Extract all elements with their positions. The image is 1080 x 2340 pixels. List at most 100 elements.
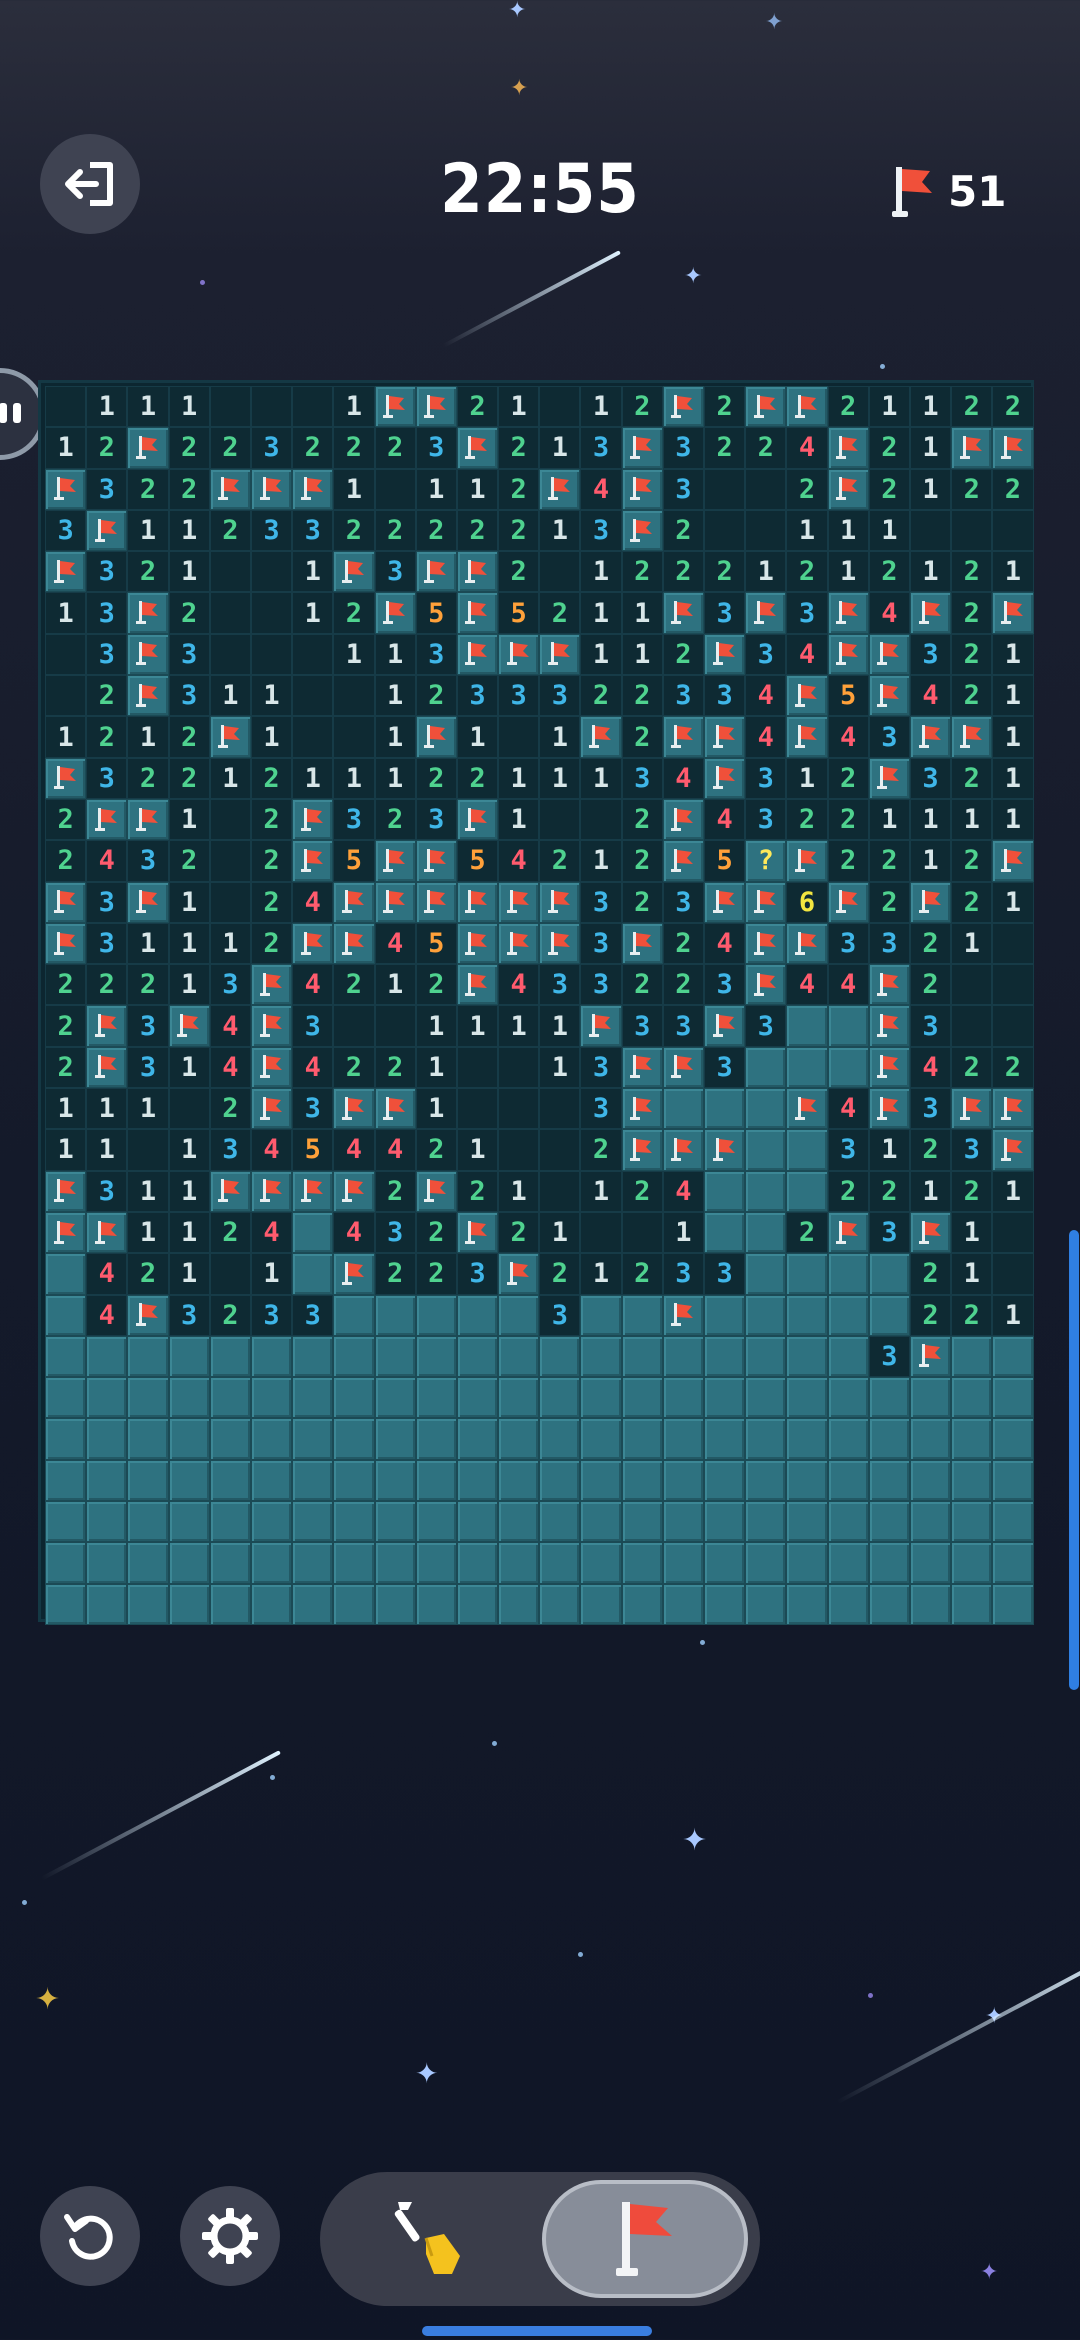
flagged-cell[interactable]: [868, 964, 910, 1006]
number-cell[interactable]: 1: [209, 675, 251, 717]
flagged-cell[interactable]: [498, 922, 540, 965]
flagged-cell[interactable]: [127, 427, 169, 469]
flagged-cell[interactable]: [786, 840, 828, 882]
covered-cell[interactable]: [909, 1377, 952, 1419]
number-cell[interactable]: 1: [209, 757, 251, 799]
flagged-cell[interactable]: [539, 922, 581, 965]
number-cell[interactable]: 1: [86, 1129, 128, 1171]
covered-cell[interactable]: [498, 1335, 540, 1378]
number-cell[interactable]: 3: [868, 716, 910, 758]
number-cell[interactable]: 3: [292, 1088, 334, 1130]
covered-cell[interactable]: [168, 1459, 210, 1502]
flagged-cell[interactable]: [621, 468, 663, 510]
number-cell[interactable]: 2: [621, 798, 663, 841]
covered-cell[interactable]: [580, 1542, 622, 1584]
covered-cell[interactable]: [539, 1501, 581, 1543]
number-cell[interactable]: 1: [456, 468, 499, 510]
number-cell[interactable]: 5: [415, 922, 457, 965]
number-cell[interactable]: 4: [209, 1005, 251, 1047]
number-cell[interactable]: 2: [992, 1046, 1034, 1089]
number-cell[interactable]: 1: [456, 1005, 499, 1047]
number-cell[interactable]: 1: [86, 386, 128, 428]
number-cell[interactable]: 2: [209, 1294, 251, 1336]
covered-cell[interactable]: [992, 1542, 1034, 1584]
covered-cell[interactable]: [580, 1294, 622, 1336]
covered-cell[interactable]: [704, 1459, 746, 1502]
empty-cell[interactable]: [292, 633, 334, 676]
number-cell[interactable]: 4: [704, 922, 746, 965]
covered-cell[interactable]: [868, 1459, 910, 1502]
flagged-cell[interactable]: [86, 1046, 128, 1089]
number-cell[interactable]: 2: [951, 881, 993, 923]
number-cell[interactable]: 1: [168, 1129, 210, 1171]
number-cell[interactable]: 4: [333, 1211, 375, 1254]
number-cell[interactable]: 2: [415, 509, 457, 552]
number-cell[interactable]: 1: [45, 427, 87, 469]
number-cell[interactable]: 3: [580, 509, 622, 552]
flagged-cell[interactable]: [333, 881, 375, 923]
flagged-cell[interactable]: [456, 592, 499, 634]
covered-cell[interactable]: [786, 1501, 828, 1543]
flagged-cell[interactable]: [662, 716, 704, 758]
number-cell[interactable]: 2: [456, 757, 499, 799]
flagged-cell[interactable]: [333, 1088, 375, 1130]
number-cell[interactable]: 2: [127, 1253, 169, 1295]
flag-mode-button[interactable]: [542, 2180, 748, 2298]
number-cell[interactable]: 3: [456, 675, 499, 717]
number-cell[interactable]: 1: [580, 1253, 622, 1295]
number-cell[interactable]: 1: [168, 798, 210, 841]
number-cell[interactable]: 3: [539, 964, 581, 1006]
covered-cell[interactable]: [662, 1542, 704, 1584]
number-cell[interactable]: 3: [662, 427, 704, 469]
covered-cell[interactable]: [415, 1418, 457, 1460]
number-cell[interactable]: 1: [374, 716, 416, 758]
number-cell[interactable]: 4: [704, 798, 746, 841]
flagged-cell[interactable]: [786, 922, 828, 965]
flagged-cell[interactable]: [45, 922, 87, 965]
flagged-cell[interactable]: [539, 633, 581, 676]
empty-cell[interactable]: [456, 1088, 499, 1130]
number-cell[interactable]: 1: [45, 592, 87, 634]
number-cell[interactable]: 1: [786, 757, 828, 799]
empty-cell[interactable]: [621, 1211, 663, 1254]
covered-cell[interactable]: [827, 1005, 869, 1047]
number-cell[interactable]: 2: [662, 922, 704, 965]
number-cell[interactable]: 2: [951, 386, 993, 428]
number-cell[interactable]: 2: [45, 964, 87, 1006]
empty-cell[interactable]: [250, 592, 293, 634]
number-cell[interactable]: 1: [456, 716, 499, 758]
covered-cell[interactable]: [580, 1459, 622, 1502]
flagged-cell[interactable]: [621, 1046, 663, 1089]
number-cell[interactable]: 4: [827, 1088, 869, 1130]
number-cell[interactable]: 1: [45, 716, 87, 758]
number-cell[interactable]: 4: [662, 757, 704, 799]
covered-cell[interactable]: [127, 1335, 169, 1378]
number-cell[interactable]: 1: [127, 1211, 169, 1254]
number-cell[interactable]: 3: [909, 757, 952, 799]
number-cell[interactable]: 1: [992, 1170, 1034, 1212]
number-cell[interactable]: 2: [580, 1129, 622, 1171]
number-cell[interactable]: 2: [786, 551, 828, 593]
number-cell[interactable]: 2: [374, 509, 416, 552]
number-cell[interactable]: 1: [909, 551, 952, 593]
covered-cell[interactable]: [333, 1501, 375, 1543]
flagged-cell[interactable]: [704, 1005, 746, 1047]
flagged-cell[interactable]: [992, 592, 1034, 634]
flagged-cell[interactable]: [662, 798, 704, 841]
number-cell[interactable]: 3: [704, 964, 746, 1006]
flagged-cell[interactable]: [415, 881, 457, 923]
number-cell[interactable]: 1: [909, 386, 952, 428]
flagged-cell[interactable]: [292, 468, 334, 510]
covered-cell[interactable]: [868, 1253, 910, 1295]
covered-cell[interactable]: [333, 1335, 375, 1378]
number-cell[interactable]: 3: [209, 1129, 251, 1171]
number-cell[interactable]: 2: [621, 1253, 663, 1295]
number-cell[interactable]: 2: [415, 1129, 457, 1171]
number-cell[interactable]: 2: [951, 757, 993, 799]
number-cell[interactable]: 2: [415, 1211, 457, 1254]
number-cell[interactable]: 3: [45, 509, 87, 552]
number-cell[interactable]: 2: [498, 427, 540, 469]
flagged-cell[interactable]: [868, 675, 910, 717]
covered-cell[interactable]: [168, 1418, 210, 1460]
flagged-cell[interactable]: [951, 427, 993, 469]
